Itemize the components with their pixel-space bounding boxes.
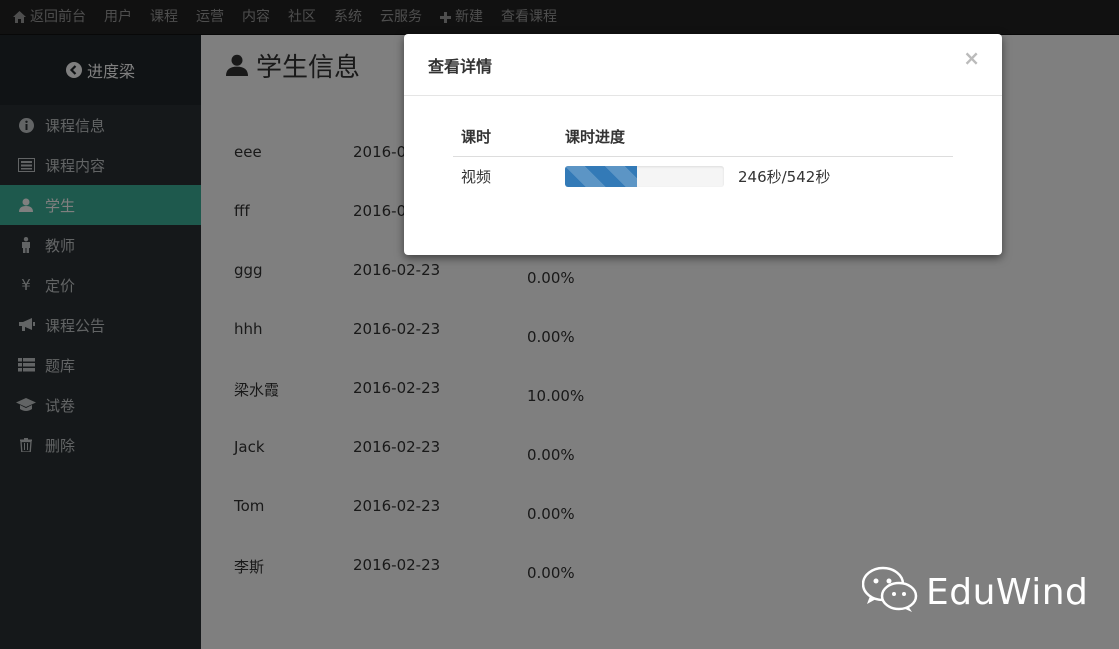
- progress-bar-track: [565, 165, 724, 187]
- detail-modal: 查看详情 × 课时 课时进度 视频 246秒/542秒: [404, 34, 1002, 255]
- table-row: 视频 246秒/542秒: [453, 156, 953, 196]
- modal-title: 查看详情: [428, 56, 493, 76]
- modal-header: 查看详情: [404, 34, 1002, 96]
- lesson-progress-table: 课时 课时进度 视频 246秒/542秒: [453, 118, 953, 196]
- close-icon[interactable]: ×: [963, 46, 980, 70]
- column-header-lesson: 课时: [453, 118, 557, 157]
- lesson-progress-cell: 246秒/542秒: [557, 156, 953, 196]
- watermark-text: EduWind: [926, 571, 1089, 613]
- progress-text: 246秒/542秒: [738, 167, 831, 186]
- progress-bar-fill: [565, 165, 638, 187]
- lesson-name: 视频: [461, 167, 492, 186]
- watermark: EduWind: [861, 566, 1089, 618]
- column-header-progress: 课时进度: [557, 118, 953, 157]
- wechat-icon: [861, 566, 918, 618]
